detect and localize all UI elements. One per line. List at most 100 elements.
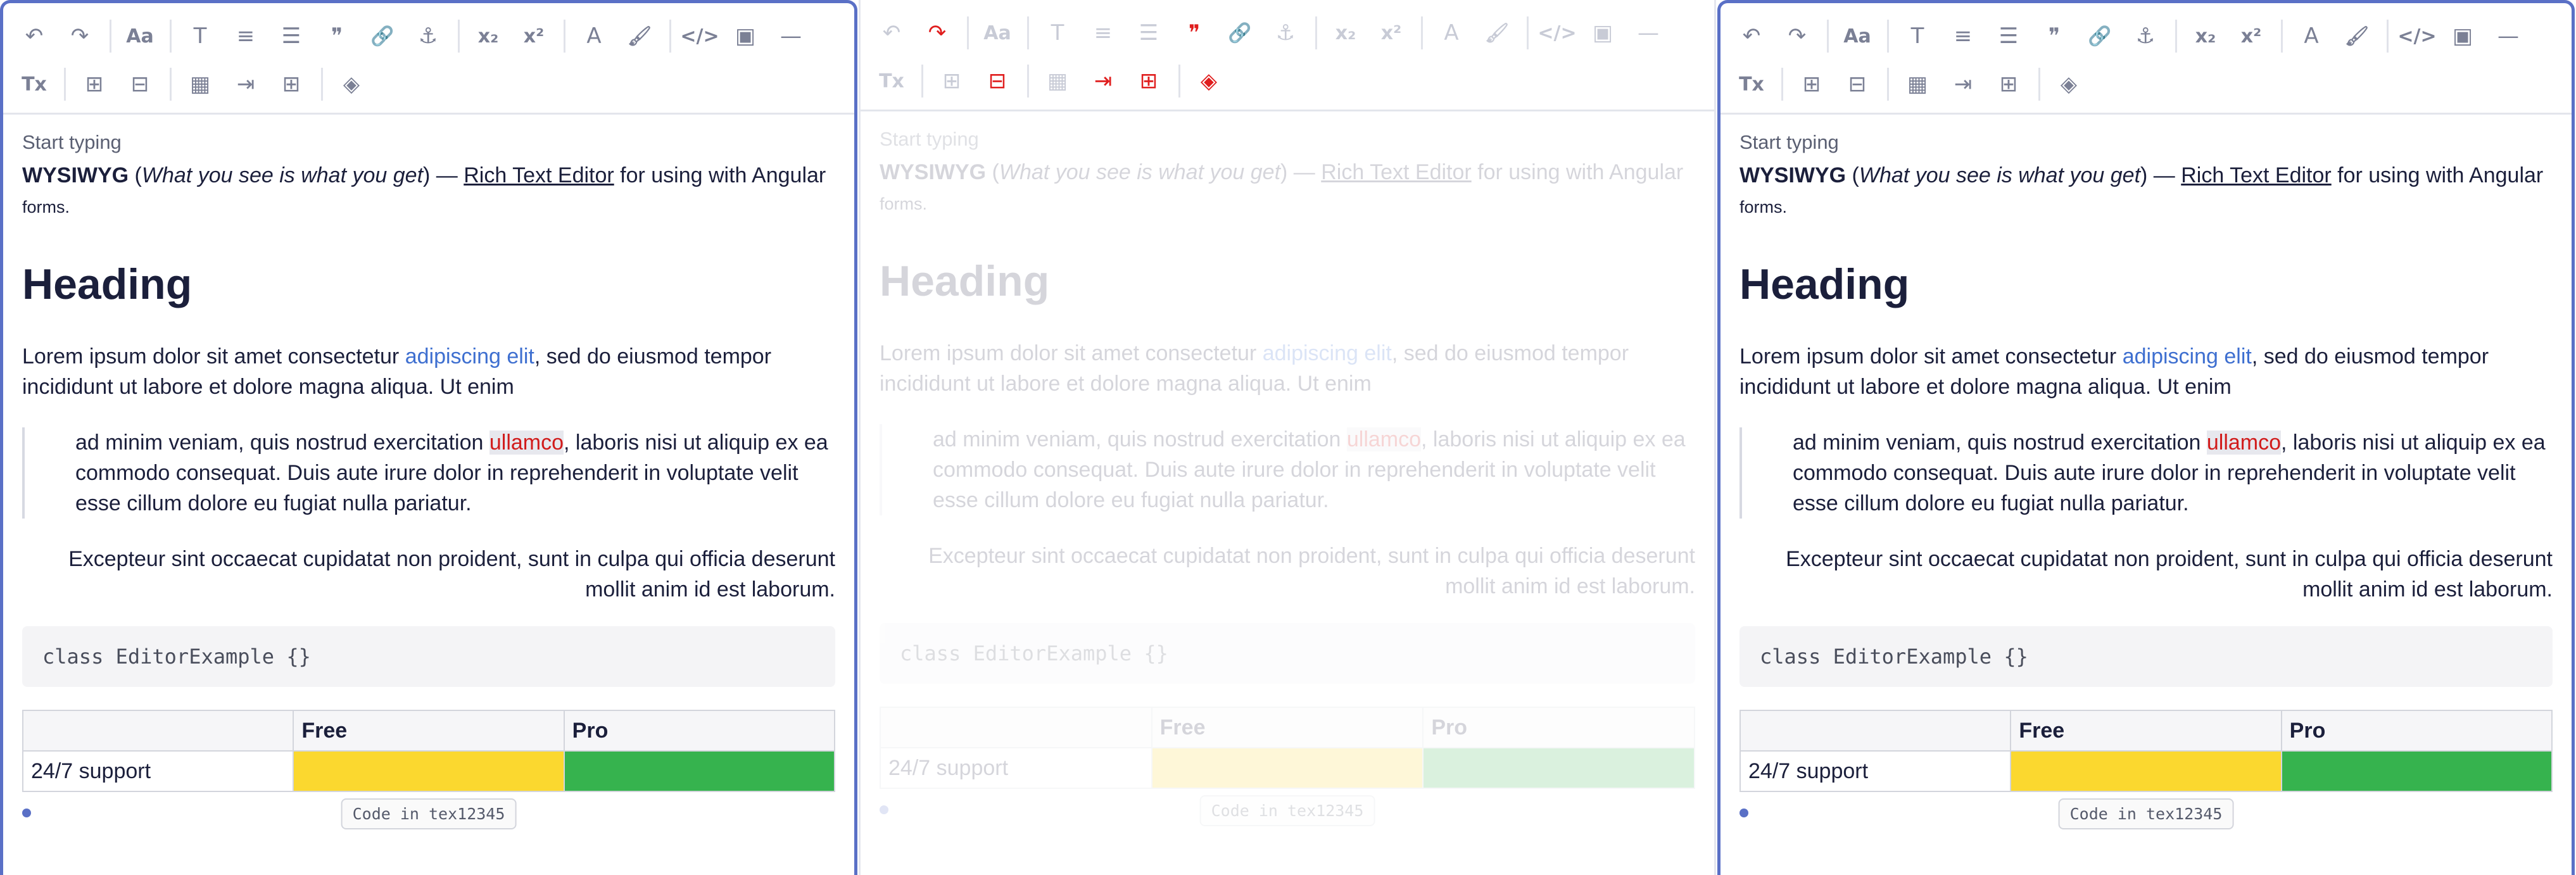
remove-icon[interactable]: ⊟ (120, 65, 160, 104)
editor-content[interactable]: Start typing WYSIWYG (What you see is wh… (1720, 115, 2572, 868)
clear-format-icon[interactable]: Tx (872, 61, 911, 101)
table-cell-pro[interactable] (1422, 747, 1695, 789)
cell-fill-icon[interactable]: ◈ (2049, 65, 2088, 104)
table-cell[interactable]: 24/7 support (880, 747, 1152, 789)
table-cell-free[interactable] (293, 750, 565, 792)
image-icon[interactable]: ▣ (726, 16, 765, 56)
horizontal-rule-icon[interactable]: — (1629, 13, 1668, 53)
link-icon[interactable]: 🔗 (363, 16, 402, 56)
subscript-icon[interactable]: x₂ (1326, 13, 1365, 53)
align-icon[interactable]: ≡ (1943, 16, 1983, 56)
table-header-cell[interactable] (880, 707, 1152, 748)
merge-cells-icon[interactable]: ⊞ (1989, 65, 2028, 104)
editor-content[interactable]: Start typing WYSIWYG (What you see is wh… (861, 111, 1714, 865)
undo-icon[interactable]: ↶ (15, 16, 54, 56)
code-block[interactable]: class EditorExample {} (22, 626, 835, 687)
table-cell[interactable]: 24/7 support (1739, 750, 2012, 792)
anchor-icon[interactable]: ⚓ (408, 16, 448, 56)
code-block[interactable]: class EditorExample {} (1739, 626, 2553, 687)
insert-column-icon[interactable]: ⇥ (1943, 65, 1983, 104)
font-style-icon[interactable]: T (1038, 13, 1077, 53)
format-painter-icon[interactable]: 🖌 (1477, 13, 1517, 53)
list-icon[interactable]: ☰ (272, 16, 311, 56)
undo-icon[interactable]: ↶ (872, 13, 911, 53)
body-paragraph[interactable]: Lorem ipsum dolor sit amet consectetur a… (880, 338, 1695, 399)
font-size-icon[interactable]: Aa (978, 13, 1017, 53)
cell-fill-icon[interactable]: ◈ (332, 65, 371, 104)
link-icon[interactable]: 🔗 (2080, 16, 2119, 56)
para-link[interactable]: adipiscing elit (2123, 344, 2252, 368)
font-size-icon[interactable]: Aa (1838, 16, 1877, 56)
text-color-icon[interactable]: A (2292, 16, 2331, 56)
table-header-cell[interactable]: Free (2010, 710, 2282, 752)
content-table[interactable]: Free Pro 24/7 support (880, 707, 1695, 789)
insert-above-icon[interactable]: ⊞ (1792, 65, 1831, 104)
format-painter-icon[interactable]: 🖌 (2337, 16, 2377, 56)
content-heading[interactable]: Heading (1739, 263, 2553, 306)
text-color-icon[interactable]: A (574, 16, 614, 56)
horizontal-rule-icon[interactable]: — (771, 16, 811, 56)
table-header-cell[interactable]: Pro (2280, 710, 2553, 752)
remove-icon[interactable]: ⊟ (1838, 65, 1877, 104)
editor-content[interactable]: Start typing WYSIWYG (What you see is wh… (3, 115, 854, 868)
insert-column-icon[interactable]: ⇥ (226, 65, 265, 104)
insert-above-icon[interactable]: ⊞ (932, 61, 971, 101)
body-paragraph[interactable]: Lorem ipsum dolor sit amet consectetur a… (1739, 341, 2553, 402)
table-icon[interactable]: ▦ (1898, 65, 1937, 104)
list-icon[interactable]: ☰ (1989, 16, 2028, 56)
merge-cells-icon[interactable]: ⊞ (272, 65, 311, 104)
merge-cells-icon[interactable]: ⊞ (1129, 61, 1168, 101)
content-table[interactable]: Free Pro 24/7 support (22, 710, 836, 792)
font-style-icon[interactable]: T (1898, 16, 1937, 56)
right-aligned-paragraph[interactable]: Excepteur sint occaecat cupidatat non pr… (880, 541, 1695, 601)
code-badge[interactable]: Code in tex12345 (341, 798, 517, 829)
redo-icon[interactable]: ↷ (1777, 16, 1817, 56)
image-icon[interactable]: ▣ (2443, 16, 2482, 56)
intro-paragraph[interactable]: WYSIWYG (What you see is what you get) —… (1739, 160, 2553, 222)
table-cell-pro[interactable] (2280, 750, 2553, 792)
quote-icon[interactable]: ❞ (317, 16, 357, 56)
blockquote[interactable]: ad minim veniam, quis nostrud exercitati… (880, 424, 1695, 515)
horizontal-rule-icon[interactable]: — (2489, 16, 2528, 56)
code-badge[interactable]: Code in tex12345 (1199, 795, 1375, 826)
superscript-icon[interactable]: x² (514, 16, 553, 56)
insert-above-icon[interactable]: ⊞ (75, 65, 114, 104)
clear-format-icon[interactable]: Tx (1732, 65, 1771, 104)
right-aligned-paragraph[interactable]: Excepteur sint occaecat cupidatat non pr… (22, 544, 835, 605)
code-icon[interactable]: </> (2397, 16, 2437, 56)
blockquote[interactable]: ad minim veniam, quis nostrud exercitati… (1739, 427, 2553, 519)
blockquote[interactable]: ad minim veniam, quis nostrud exercitati… (22, 427, 835, 519)
table-header-cell[interactable]: Free (1151, 707, 1424, 748)
format-painter-icon[interactable]: 🖌 (620, 16, 659, 56)
right-aligned-paragraph[interactable]: Excepteur sint occaecat cupidatat non pr… (1739, 544, 2553, 605)
content-heading[interactable]: Heading (880, 260, 1695, 303)
quote-icon[interactable]: ❞ (2035, 16, 2074, 56)
list-icon[interactable]: ☰ (1129, 13, 1168, 53)
para-link[interactable]: adipiscing elit (405, 344, 534, 368)
intro-paragraph[interactable]: WYSIWYG (What you see is what you get) —… (22, 160, 835, 222)
code-badge[interactable]: Code in tex12345 (2058, 798, 2234, 829)
table-header-cell[interactable]: Pro (1422, 707, 1695, 748)
superscript-icon[interactable]: x² (1372, 13, 1411, 53)
link-icon[interactable]: 🔗 (1220, 13, 1260, 53)
remove-icon[interactable]: ⊟ (978, 61, 1017, 101)
anchor-icon[interactable]: ⚓ (1266, 13, 1305, 53)
cell-fill-icon[interactable]: ◈ (1189, 61, 1228, 101)
table-icon[interactable]: ▦ (180, 65, 220, 104)
table-header-cell[interactable]: Free (293, 710, 565, 752)
redo-icon[interactable]: ↷ (918, 13, 957, 53)
superscript-icon[interactable]: x² (2232, 16, 2271, 56)
code-block[interactable]: class EditorExample {} (880, 623, 1695, 684)
table-cell-free[interactable] (1151, 747, 1424, 789)
align-icon[interactable]: ≡ (226, 16, 265, 56)
table-cell-free[interactable] (2010, 750, 2282, 792)
body-paragraph[interactable]: Lorem ipsum dolor sit amet consectetur a… (22, 341, 835, 402)
content-heading[interactable]: Heading (22, 263, 835, 306)
para-link[interactable]: adipiscing elit (1263, 341, 1392, 365)
subscript-icon[interactable]: x₂ (469, 16, 508, 56)
subscript-icon[interactable]: x₂ (2186, 16, 2225, 56)
quote-icon[interactable]: ❞ (1175, 13, 1214, 53)
anchor-icon[interactable]: ⚓ (2126, 16, 2165, 56)
intro-paragraph[interactable]: WYSIWYG (What you see is what you get) —… (880, 157, 1695, 219)
code-icon[interactable]: </> (1537, 13, 1577, 53)
